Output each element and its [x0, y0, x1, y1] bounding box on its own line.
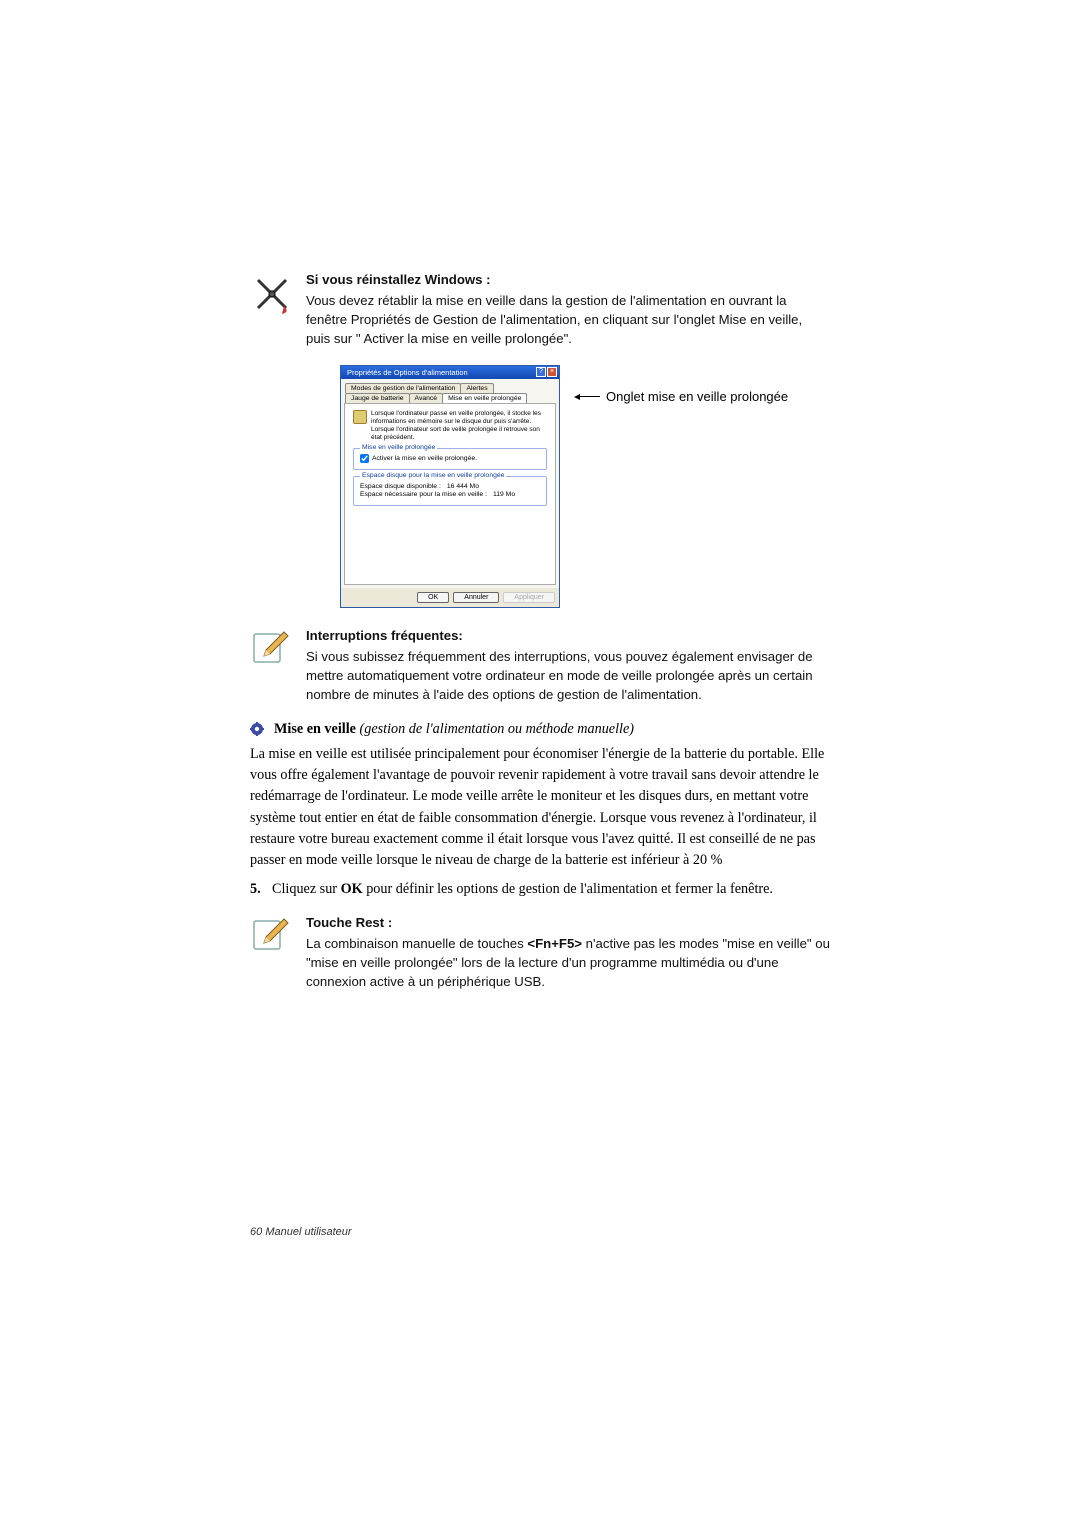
step-5-post: pour définir les options de gestion de l…	[363, 881, 773, 897]
disk-needed-label: Espace nécessaire pour la mise en veille…	[360, 491, 487, 498]
hibernate-info-icon	[353, 410, 367, 424]
group-disk-space-label: Espace disque pour la mise en veille pro…	[360, 472, 506, 479]
tab-alerts[interactable]: Alertes	[460, 383, 493, 393]
checkbox-enable-hibernate-label: Activer la mise en veille prolongée.	[372, 455, 477, 462]
step-5-number: 5.	[250, 879, 272, 900]
tab-power-schemes[interactable]: Modes de gestion de l'alimentation	[345, 383, 461, 393]
note-interruptions: Interruptions fréquentes: Si vous subiss…	[250, 626, 830, 705]
note-reinstall-windows: Si vous réinstallez Windows : Vous devez…	[250, 270, 830, 349]
footer-label: Manuel utilisateur	[265, 1226, 351, 1238]
tongs-icon	[250, 270, 306, 316]
dialog-close-button[interactable]: ×	[547, 367, 557, 377]
dialog-apply-button[interactable]: Appliquer	[503, 592, 555, 603]
checkbox-enable-hibernate[interactable]	[360, 454, 369, 463]
note2-heading: Interruptions fréquentes:	[306, 626, 830, 645]
dialog-button-row: OK Annuler Appliquer	[341, 588, 559, 607]
step-5-bold: OK	[341, 881, 363, 897]
dialog-titlebar: Propriétés de Options d'alimentation ? ×	[341, 366, 559, 379]
tab-battery[interactable]: Jauge de batterie	[345, 393, 410, 403]
note1-heading: Si vous réinstallez Windows :	[306, 270, 830, 289]
dialog-cancel-button[interactable]: Annuler	[453, 592, 499, 603]
section-mise-en-veille: Mise en veille (gestion de l'alimentatio…	[250, 721, 830, 738]
note1-body: Vous devez rétablir la mise en veille da…	[306, 291, 830, 348]
note-rest-key: Touche Rest : La combinaison manuelle de…	[250, 913, 830, 992]
group-disk-space: Espace disque pour la mise en veille pro…	[353, 476, 547, 506]
disk-avail-label: Espace disque disponible :	[360, 483, 441, 490]
section-title-bold: Mise en veille	[274, 721, 356, 737]
dialog-tabs: Modes de gestion de l'alimentation Alert…	[341, 379, 559, 403]
disk-avail-value: 16 444 Mo	[447, 483, 479, 490]
section-title-italic: (gestion de l'alimentation ou méthode ma…	[360, 721, 635, 737]
dialog-help-button[interactable]: ?	[536, 367, 546, 377]
dialog-body: Lorsque l'ordinateur passe en veille pro…	[344, 403, 556, 586]
dialog-power-options: Propriétés de Options d'alimentation ? ×…	[340, 365, 560, 609]
dialog-info-text: Lorsque l'ordinateur passe en veille pro…	[371, 410, 547, 443]
dialog-title-text: Propriétés de Options d'alimentation	[347, 368, 468, 377]
pencil-note-icon	[250, 626, 306, 668]
note3-body-bold: <Fn+F5>	[527, 936, 582, 951]
tab-hibernate[interactable]: Mise en veille prolongée	[442, 393, 527, 403]
callout-label: Onglet mise en veille prolongée	[606, 389, 788, 404]
section-body: La mise en veille est utilisée principal…	[250, 744, 830, 872]
group-hibernate-label: Mise en veille prolongée	[360, 444, 437, 451]
note3-body-pre: La combinaison manuelle de touches	[306, 936, 527, 951]
gear-icon	[250, 722, 264, 736]
step-5-pre: Cliquez sur	[272, 881, 341, 897]
step-5: 5. Cliquez sur OK pour définir les optio…	[250, 879, 830, 900]
screenshot-power-options: Propriétés de Options d'alimentation ? ×…	[250, 365, 830, 609]
dialog-ok-button[interactable]: OK	[417, 592, 449, 603]
tab-advanced[interactable]: Avancé	[409, 393, 444, 403]
note3-heading: Touche Rest :	[306, 913, 830, 932]
note2-body: Si vous subissez fréquemment des interru…	[306, 647, 830, 704]
page-footer: 60 Manuel utilisateur	[250, 1226, 352, 1238]
disk-needed-value: 119 Mo	[493, 491, 515, 498]
pencil-note-icon	[250, 913, 306, 955]
group-hibernate: Mise en veille prolongée Activer la mise…	[353, 448, 547, 470]
footer-page-number: 60	[250, 1226, 262, 1238]
